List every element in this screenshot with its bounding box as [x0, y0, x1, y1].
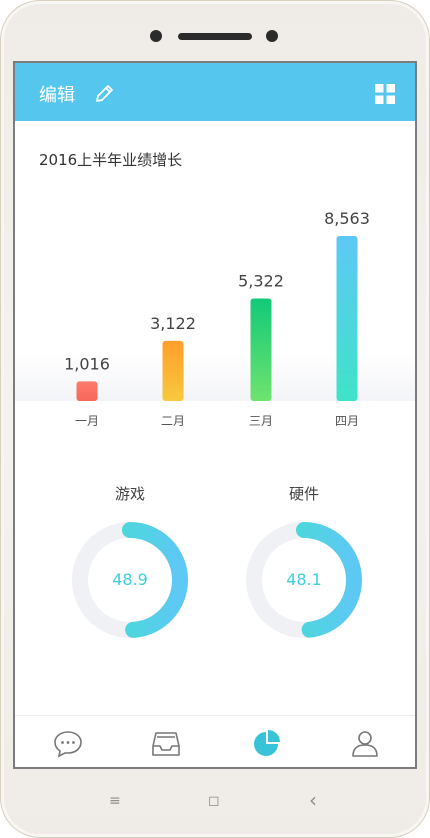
front-camera [150, 30, 162, 42]
donut-title: 游戏 [114, 485, 145, 503]
bar-2 [250, 298, 272, 401]
bar-chart: 1,016 一月 3,122 二月 5,322 三月 8,563 四月 [15, 209, 415, 428]
bar-value-label: 3,122 [150, 314, 196, 333]
donut-hardware: 硬件 48.1 [239, 483, 369, 645]
donut-games: 游戏 48.9 [65, 483, 195, 645]
bar-value-label: 8,563 [324, 209, 370, 228]
screen: 编辑 2016上半年业绩增长 1,016 一月 3,122 二月 5,322 三月 8,56… [13, 61, 417, 769]
bar-category-label: 三月 [249, 414, 273, 428]
bar-category-label: 二月 [161, 414, 185, 428]
user-icon[interactable] [348, 726, 382, 760]
phone-frame: 编辑 2016上半年业绩增长 1,016 一月 3,122 二月 5,322 三月 8,56… [0, 0, 430, 838]
inbox-tray-icon[interactable] [149, 726, 183, 760]
home-key[interactable]: ◻ [208, 793, 220, 809]
bar-3 [336, 236, 358, 401]
grid-menu-icon[interactable] [375, 84, 395, 104]
bar-0 [76, 381, 98, 401]
bar-category-label: 四月 [335, 414, 359, 428]
donut-title: 硬件 [288, 485, 319, 503]
app-bar: 编辑 [15, 63, 415, 121]
bar-1 [162, 340, 184, 401]
menu-key[interactable]: ≡ [109, 793, 121, 809]
chat-bubble-icon[interactable] [51, 726, 85, 760]
bar-category-label: 一月 [75, 414, 99, 428]
pencil-icon[interactable] [93, 83, 115, 105]
donut-value: 48.9 [112, 570, 148, 589]
pie-chart-icon[interactable] [249, 726, 283, 760]
bar-value-label: 1,016 [64, 354, 110, 373]
bar-value-label: 5,322 [238, 271, 284, 290]
back-key[interactable]: ‹ [309, 788, 317, 812]
edit-button[interactable]: 编辑 [39, 81, 75, 107]
donut-value: 48.1 [286, 570, 322, 589]
front-sensor [266, 30, 278, 42]
chart-title: 2016上半年业绩增长 [39, 151, 183, 169]
earpiece-speaker [178, 33, 252, 40]
bottom-tab-bar [15, 715, 415, 767]
